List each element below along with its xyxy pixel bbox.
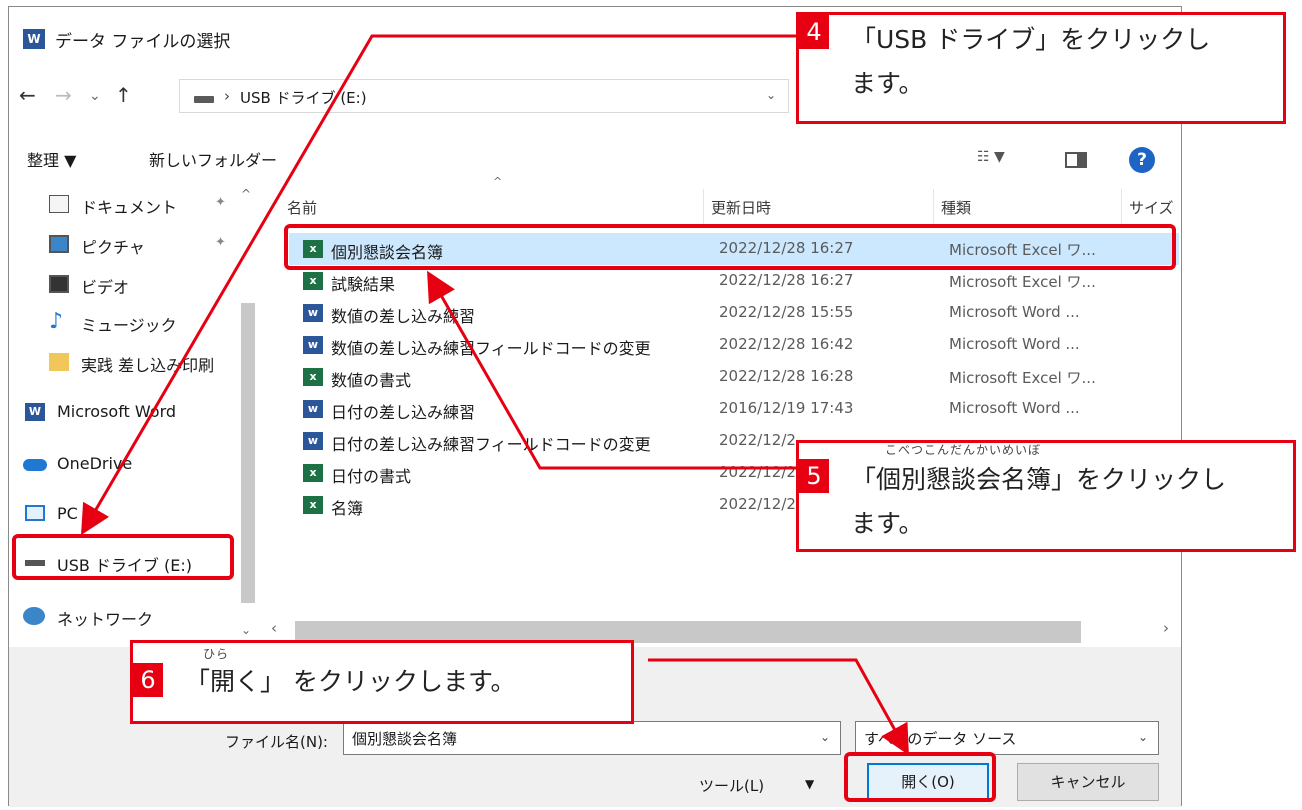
callout-step-4: 4 「USB ドライブ」をクリックし ます。	[796, 12, 1286, 124]
arrow-to-file	[427, 270, 796, 470]
callout-text: 「USB ドライブ」をクリックし	[851, 25, 1211, 54]
arrow-to-open	[648, 658, 909, 756]
callout-step-6: 6 ひら 「開く」 をクリックします。	[130, 640, 634, 724]
callout-step-5: 5 こべつこんだんかいめいぼ 「個別懇談会名簿」をクリックし ます。	[796, 440, 1296, 552]
callout-text: 「開く」 をクリックします。	[185, 667, 516, 696]
step-number: 4	[799, 15, 829, 49]
ruby-reading: こべつこんだんかいめいぼ	[885, 443, 1042, 457]
callout-text: ます。	[851, 509, 924, 538]
callout-text: 「個別懇談会名簿」をクリックし	[851, 465, 1227, 494]
step-number: 5	[799, 459, 829, 493]
step-number: 6	[133, 663, 163, 697]
callout-text: ます。	[851, 69, 924, 98]
arrow-to-usb	[80, 34, 798, 536]
